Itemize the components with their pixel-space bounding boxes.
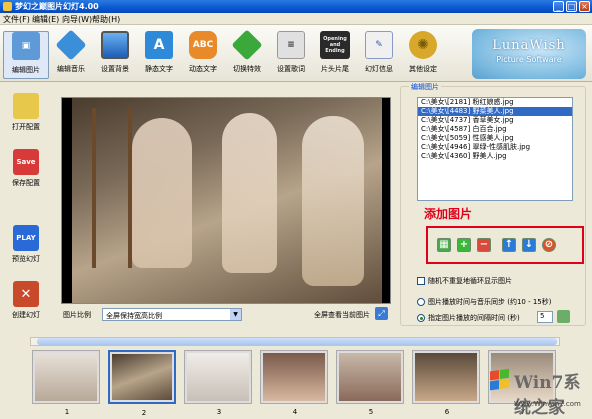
left-action-pane: 打开配置 Save 保存配置 PLAY 预览幻灯 ✕ 创建幻灯 <box>0 83 52 323</box>
menu-wizard[interactable]: 向导(W) <box>62 14 92 25</box>
thumbnail-selected[interactable]: 2 <box>108 350 176 417</box>
tools-icon: ✕ <box>13 281 39 307</box>
dynamic-text-icon: ABC <box>189 31 217 59</box>
monitor-icon <box>101 31 129 59</box>
app-icon <box>3 2 12 11</box>
window-title: 梦幻之巅图片幻灯4.00 <box>15 2 99 11</box>
radio[interactable] <box>417 298 425 306</box>
add-button[interactable]: + <box>457 238 471 252</box>
play-icon: PLAY <box>13 225 39 251</box>
toolbar-dynamic-text[interactable]: ABC 动态文字 <box>180 31 226 79</box>
open-config-button[interactable]: 打开配置 <box>4 93 48 132</box>
music-icon <box>55 29 87 61</box>
ratio-label: 图片比例 <box>63 311 91 319</box>
thumbnail[interactable]: 3 <box>184 350 252 416</box>
image-preview <box>61 97 391 304</box>
list-item[interactable]: C:\美女\[4946] 翠绿-性感肌肤.jpg <box>418 143 572 152</box>
gear-icon: ✺ <box>409 31 437 59</box>
toolbar-slideshow-info[interactable]: ✎ 幻灯信息 <box>356 31 402 79</box>
sync-music-radio[interactable]: 图片播放时间与音乐同步 (约10 - 15秒) <box>417 297 551 307</box>
save-icon: Save <box>13 149 39 175</box>
static-text-icon: A <box>145 31 173 59</box>
transition-icon <box>231 29 263 61</box>
title-bar: 梦幻之巅图片幻灯4.00 _ □ × <box>0 0 592 13</box>
thumbnail-strip: 1 2 3 4 5 6 7 <box>28 347 562 417</box>
folder-open-icon <box>13 93 39 119</box>
clear-button[interactable]: ⊘ <box>542 238 556 252</box>
watermark-brand: Win7系统之家 <box>514 373 581 418</box>
refresh-icon[interactable] <box>557 310 570 323</box>
menu-bar: 文件(F) 编辑(E) 向导(W) 帮助(H) <box>0 13 592 25</box>
interval-input[interactable]: 5 <box>537 311 553 323</box>
list-action-buttons: ▦ + − ↑ ↓ ⊘ <box>426 226 584 264</box>
move-up-button[interactable]: ↑ <box>502 238 516 252</box>
radio[interactable] <box>417 314 425 322</box>
thumb-scrollbar[interactable] <box>30 337 560 346</box>
random-checkbox[interactable]: 随机不重复地循环显示图片 <box>417 276 512 286</box>
list-item[interactable]: C:\美女\[4737] 香草美女.jpg <box>418 116 572 125</box>
watermark-url: Www.Winwin7.com <box>514 400 581 408</box>
toolbar-transition[interactable]: 切换特效 <box>224 29 270 79</box>
list-item[interactable]: C:\美女\[5059] 性感美人.jpg <box>418 134 572 143</box>
site-watermark: Win7系统之家 Www.Winwin7.com <box>488 364 592 419</box>
toolbar-static-text[interactable]: A 静态文字 <box>136 31 182 79</box>
picture-list[interactable]: C:\美女\[2181] 粉红娘惑.jpg C:\美女\[4483] 野菜美人.… <box>417 97 573 201</box>
toolbar-edit-picture[interactable]: ▣ 编辑图片 <box>3 31 49 79</box>
list-item[interactable]: C:\美女\[2181] 粉红娘惑.jpg <box>418 98 572 107</box>
list-item[interactable]: C:\美女\[4587] 白百合.jpg <box>418 125 572 134</box>
ratio-row: 图片比例 全屏保持宽高比例 ▼ 全屏查看当前图片 ⤢ <box>61 307 391 323</box>
group-legend: 编辑图片 <box>409 82 441 92</box>
chevron-down-icon: ▼ <box>230 309 241 320</box>
toolbar-opening-ending[interactable]: Opening and Ending 片头片尾 <box>312 31 358 79</box>
toolbar: ▣ 编辑图片 编辑音乐 设置背景 A 静态文字 ABC 动态文字 切换特效 ≡ … <box>0 25 592 82</box>
thumbnail[interactable]: 1 <box>32 350 100 416</box>
fullscreen-icon[interactable]: ⤢ <box>375 307 388 320</box>
create-slideshow-button[interactable]: ✕ 创建幻灯 <box>4 281 48 320</box>
film-icon: Opening and Ending <box>320 31 350 59</box>
list-item[interactable]: C:\美女\[4360] 野美人.jpg <box>418 152 572 161</box>
interval-radio[interactable]: 指定图片播放的间隔时间 (秒) <box>417 313 520 323</box>
fullscreen-label: 全屏查看当前图片 <box>314 311 370 319</box>
preview-photo <box>72 98 382 303</box>
add-picture-annotation: 添加图片 <box>424 207 473 221</box>
list-item[interactable]: C:\美女\[4483] 野菜美人.jpg <box>418 107 572 116</box>
add-folder-button[interactable]: ▦ <box>437 238 451 252</box>
close-button[interactable]: × <box>579 1 590 12</box>
minimize-button[interactable]: _ <box>553 1 564 12</box>
toolbar-edit-music[interactable]: 编辑音乐 <box>48 29 94 79</box>
scroll-thumb[interactable] <box>37 338 557 345</box>
maximize-button[interactable]: □ <box>566 1 577 12</box>
preview-slideshow-button[interactable]: PLAY 预览幻灯 <box>4 225 48 264</box>
thumbnail[interactable]: 5 <box>336 350 404 416</box>
lunawish-logo: LunaWish Picture Software <box>472 29 586 79</box>
menu-edit[interactable]: 编辑(E) <box>32 14 59 25</box>
checkbox[interactable] <box>417 277 425 285</box>
ratio-select[interactable]: 全屏保持宽高比例 ▼ <box>102 308 242 321</box>
menu-file[interactable]: 文件(F) <box>3 14 30 25</box>
lyrics-icon: ≡ <box>277 31 305 59</box>
toolbar-other-settings[interactable]: ✺ 其他设定 <box>400 31 446 79</box>
remove-button[interactable]: − <box>477 238 491 252</box>
thumbnail[interactable]: 6 <box>412 350 480 416</box>
windows-logo-icon <box>490 368 510 392</box>
info-icon: ✎ <box>365 31 393 59</box>
thumbnail[interactable]: 4 <box>260 350 328 416</box>
save-config-button[interactable]: Save 保存配置 <box>4 149 48 188</box>
edit-picture-icon: ▣ <box>12 32 40 60</box>
toolbar-set-background[interactable]: 设置背景 <box>92 31 138 79</box>
move-down-button[interactable]: ↓ <box>522 238 536 252</box>
toolbar-lyrics[interactable]: ≡ 设置歌词 <box>268 31 314 79</box>
menu-help[interactable]: 帮助(H) <box>92 14 120 25</box>
